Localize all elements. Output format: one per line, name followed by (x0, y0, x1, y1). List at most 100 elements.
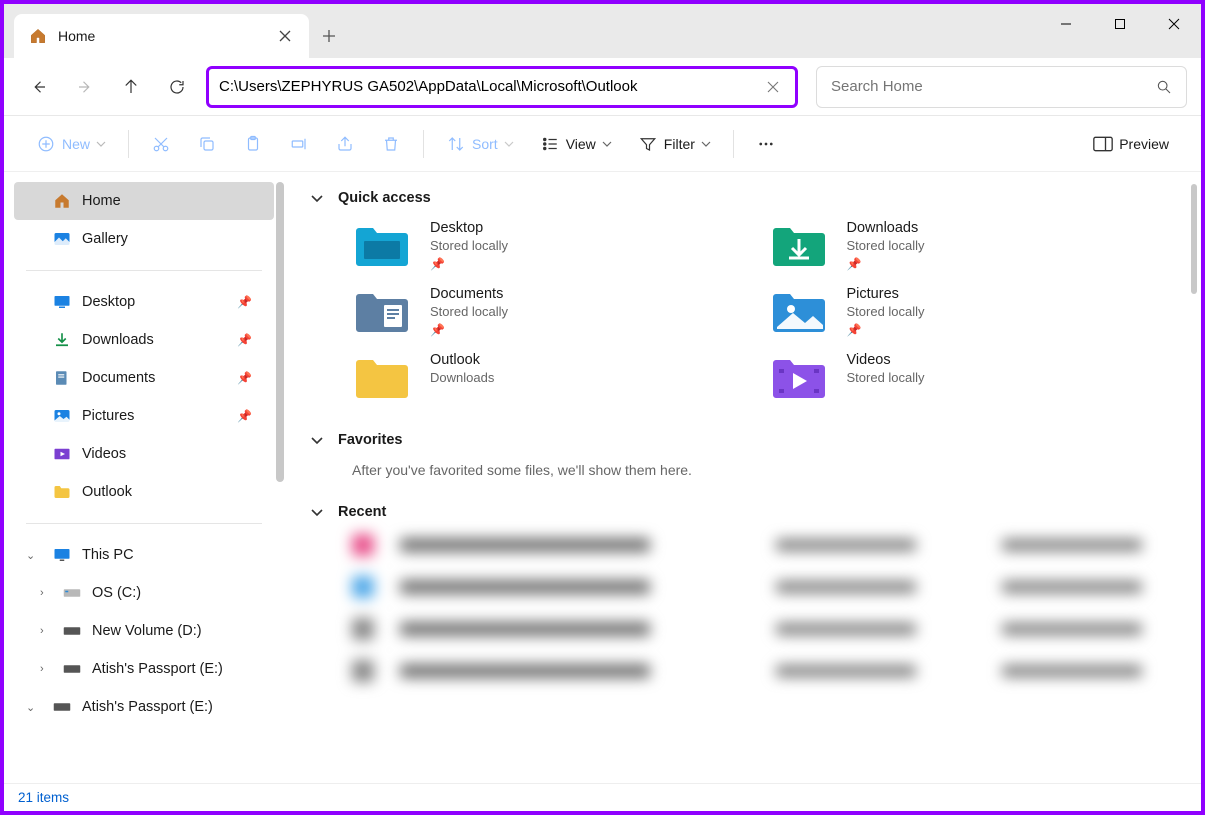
window-controls (1039, 4, 1201, 44)
chevron-right-icon: › (40, 625, 44, 637)
preview-button[interactable]: Preview (1083, 128, 1179, 160)
search-box[interactable] (816, 66, 1187, 108)
quick-access-videos[interactable]: VideosStored locally (769, 352, 1156, 404)
cut-button[interactable] (141, 128, 181, 160)
chevron-down-icon (701, 139, 711, 149)
address-bar[interactable] (206, 66, 798, 108)
plus-circle-icon (36, 134, 56, 154)
chevron-right-icon: › (40, 587, 44, 599)
sidebar-item-this-pc[interactable]: ⌄ This PC (4, 536, 284, 574)
trash-icon (381, 134, 401, 154)
quick-access-documents[interactable]: DocumentsStored locally📌 (352, 286, 739, 338)
sidebar-item-gallery[interactable]: Gallery (4, 220, 284, 258)
tab-close-button[interactable] (271, 22, 299, 50)
folder-icon (52, 482, 72, 502)
title-bar: Home (4, 4, 1201, 58)
chevron-down-icon: ⌄ (26, 549, 35, 562)
content-pane: Quick access DesktopStored locally📌 Down… (284, 172, 1201, 783)
pictures-folder-icon (769, 286, 829, 338)
favorites-empty-text: After you've favorited some files, we'll… (352, 462, 1155, 478)
sidebar-item-outlook[interactable]: Outlook (4, 473, 284, 511)
filter-icon (638, 134, 658, 154)
item-count: 21 items (18, 790, 69, 805)
status-bar: 21 items (4, 783, 1201, 811)
folder-icon (352, 352, 412, 404)
sidebar-item-home[interactable]: Home (14, 182, 274, 220)
section-recent-header[interactable]: Recent (310, 504, 1155, 520)
clear-address-button[interactable] (761, 75, 785, 99)
this-pc-icon (52, 545, 72, 565)
recent-row[interactable] (352, 618, 1155, 640)
back-button[interactable] (18, 66, 60, 108)
rename-icon (289, 134, 309, 154)
sidebar-item-desktop[interactable]: Desktop📌 (4, 283, 284, 321)
sidebar-item-downloads[interactable]: Downloads📌 (4, 321, 284, 359)
quick-access-grid: DesktopStored locally📌 DownloadsStored l… (352, 220, 1155, 404)
copy-button[interactable] (187, 128, 227, 160)
pin-icon: 📌 (847, 323, 862, 337)
drive-icon (52, 697, 72, 717)
sort-button[interactable]: Sort (436, 128, 524, 160)
refresh-button[interactable] (156, 66, 198, 108)
chevron-down-icon (96, 139, 106, 149)
new-button[interactable]: New (26, 128, 116, 160)
filter-button[interactable]: Filter (628, 128, 721, 160)
drive-icon (62, 621, 82, 641)
quick-access-pictures[interactable]: PicturesStored locally📌 (769, 286, 1156, 338)
sort-icon (446, 134, 466, 154)
videos-folder-icon (769, 352, 829, 404)
search-input[interactable] (831, 78, 1156, 95)
videos-icon (52, 444, 72, 464)
maximize-button[interactable] (1093, 4, 1147, 44)
sidebar-item-videos[interactable]: Videos (4, 435, 284, 473)
documents-folder-icon (352, 286, 412, 338)
gallery-icon (52, 229, 72, 249)
section-quick-access-header[interactable]: Quick access (310, 190, 1155, 206)
chevron-down-icon (310, 433, 324, 447)
quick-access-downloads[interactable]: DownloadsStored locally📌 (769, 220, 1156, 272)
sidebar-item-new-volume[interactable]: › New Volume (D:) (4, 612, 284, 650)
tab-home[interactable]: Home (14, 14, 309, 58)
drive-icon (62, 583, 82, 603)
rename-button[interactable] (279, 128, 319, 160)
paste-button[interactable] (233, 128, 273, 160)
minimize-button[interactable] (1039, 4, 1093, 44)
sidebar: Home Gallery Desktop📌 Downloads📌 Documen… (4, 172, 284, 783)
more-button[interactable] (746, 128, 786, 160)
pin-icon: 📌 (237, 409, 252, 423)
close-window-button[interactable] (1147, 4, 1201, 44)
address-input[interactable] (219, 78, 761, 95)
sidebar-item-passport-2[interactable]: ⌄ Atish's Passport (E:) (4, 688, 284, 726)
ellipsis-icon (756, 134, 776, 154)
sidebar-item-documents[interactable]: Documents📌 (4, 359, 284, 397)
search-icon (1156, 79, 1172, 95)
up-button[interactable] (110, 66, 152, 108)
downloads-icon (52, 330, 72, 350)
body: Home Gallery Desktop📌 Downloads📌 Documen… (4, 172, 1201, 783)
content-scrollbar[interactable] (1191, 184, 1197, 294)
desktop-icon (52, 292, 72, 312)
sidebar-item-passport-1[interactable]: › Atish's Passport (E:) (4, 650, 284, 688)
quick-access-desktop[interactable]: DesktopStored locally📌 (352, 220, 739, 272)
forward-button[interactable] (64, 66, 106, 108)
recent-row[interactable] (352, 660, 1155, 682)
scissors-icon (151, 134, 171, 154)
new-tab-button[interactable] (309, 14, 349, 58)
sidebar-item-os-c[interactable]: › OS (C:) (4, 574, 284, 612)
share-icon (335, 134, 355, 154)
toolbar: New Sort View Filter Preview (4, 116, 1201, 172)
pin-icon: 📌 (847, 257, 862, 271)
view-icon (540, 134, 560, 154)
chevron-down-icon: ⌄ (26, 701, 35, 714)
view-button[interactable]: View (530, 128, 622, 160)
delete-button[interactable] (371, 128, 411, 160)
sidebar-item-pictures[interactable]: Pictures📌 (4, 397, 284, 435)
share-button[interactable] (325, 128, 365, 160)
copy-icon (197, 134, 217, 154)
quick-access-outlook[interactable]: OutlookDownloads (352, 352, 739, 404)
pin-icon: 📌 (237, 333, 252, 347)
section-favorites-header[interactable]: Favorites (310, 432, 1155, 448)
home-icon (28, 26, 48, 46)
recent-row[interactable] (352, 576, 1155, 598)
recent-row[interactable] (352, 534, 1155, 556)
